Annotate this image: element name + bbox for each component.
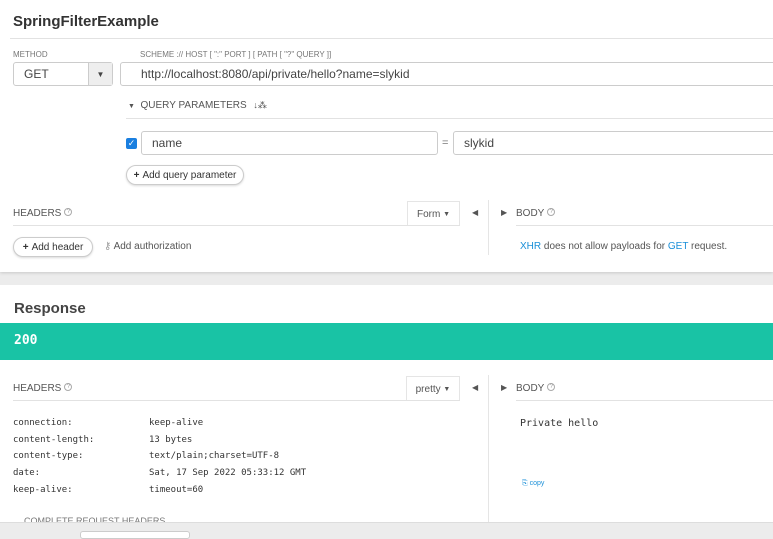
- response-title: Response: [14, 300, 86, 317]
- header-key: connection:: [13, 418, 73, 428]
- query-params-toggle[interactable]: ▼ QUERY PARAMETERS ↓⁂: [128, 100, 267, 111]
- header-key: date:: [13, 468, 41, 479]
- url-label: SCHEME :// HOST [ ":" PORT ] [ PATH [ "?…: [140, 50, 332, 59]
- query-param-value-input[interactable]: slykid: [453, 131, 773, 155]
- header-value: keep-alive: [149, 418, 204, 428]
- body-message-end: request.: [688, 241, 728, 252]
- header-value: timeout=60: [149, 484, 204, 495]
- query-param-name-input[interactable]: name: [141, 131, 438, 155]
- add-header-label: Add header: [31, 241, 84, 253]
- status-bar: 200: [0, 323, 773, 360]
- response-headers-label: HEADERS?: [13, 383, 73, 394]
- add-header-button[interactable]: + Add header: [13, 237, 93, 257]
- headers-mode-value: Form: [416, 208, 441, 220]
- plus-icon: +: [22, 241, 29, 253]
- body-message-text: does not allow payloads for: [541, 241, 668, 252]
- bottom-button[interactable]: [80, 531, 190, 539]
- query-params-label: QUERY PARAMETERS: [140, 100, 247, 111]
- response-headers-list: connection: keep-alive content-length: 13 …: [13, 415, 306, 499]
- response-body-label: BODY?: [516, 383, 556, 394]
- bottom-bar: [0, 522, 773, 539]
- response-body: Private hello: [520, 418, 599, 429]
- add-authorization-link[interactable]: ⚷ Add authorization: [104, 241, 191, 252]
- response-body-label-text: BODY: [516, 383, 545, 394]
- request-panel: SpringFilterExample METHOD GET ▼ SCHEME …: [0, 0, 773, 272]
- key-icon: ⚷: [104, 241, 112, 252]
- body-label: BODY?: [516, 208, 556, 219]
- help-icon[interactable]: ?: [547, 208, 556, 216]
- headers-mode-dropdown[interactable]: Form ▼: [407, 201, 460, 226]
- body-label-text: BODY: [516, 208, 545, 219]
- headers-label-text: HEADERS: [13, 208, 62, 219]
- request-title: SpringFilterExample: [13, 13, 159, 30]
- header-row: content-length: 13 bytes: [13, 432, 306, 449]
- help-icon[interactable]: ?: [64, 208, 73, 216]
- chevron-down-icon[interactable]: ▼: [88, 63, 112, 85]
- response-format-dropdown[interactable]: pretty ▼: [406, 376, 460, 401]
- header-key: content-type:: [13, 451, 84, 462]
- add-authorization-label: Add authorization: [113, 241, 192, 252]
- method-label: METHOD: [13, 50, 48, 59]
- response-headers-label-text: HEADERS: [13, 383, 62, 394]
- add-query-parameter-label: Add query parameter: [142, 169, 237, 181]
- url-input[interactable]: http://localhost:8080/api/private/hello?…: [120, 62, 773, 86]
- header-value: 13 bytes: [149, 434, 193, 445]
- header-key: keep-alive:: [13, 484, 73, 495]
- help-icon[interactable]: ?: [64, 383, 73, 391]
- body-message: XHR does not allow payloads for GET requ…: [520, 241, 727, 252]
- header-key: content-length:: [13, 434, 95, 445]
- caret-down-icon: ▼: [443, 385, 451, 393]
- xhr-link[interactable]: XHR: [520, 241, 541, 252]
- help-icon[interactable]: ?: [547, 383, 556, 391]
- caret-down-icon: ▼: [128, 103, 135, 110]
- copy-button[interactable]: ⎘ copy: [522, 480, 544, 488]
- query-param-checkbox[interactable]: ✓: [126, 138, 137, 149]
- method-select[interactable]: GET ▼: [13, 62, 113, 86]
- plus-icon: +: [133, 169, 140, 181]
- response-panel: Response 200 HEADERS? pretty ▼ ◀ ▶ BODY?…: [0, 285, 773, 526]
- method-value: GET: [24, 67, 49, 81]
- header-row: connection: keep-alive: [13, 415, 306, 432]
- status-code: 200: [14, 333, 38, 348]
- header-row: keep-alive: timeout=60: [13, 482, 306, 499]
- collapse-right-icon[interactable]: ▶: [501, 383, 507, 392]
- header-value: Sat, 17 Sep 2022 05:33:12 GMT: [149, 468, 307, 479]
- header-row: date: Sat, 17 Sep 2022 05:33:12 GMT: [13, 465, 306, 482]
- headers-label: HEADERS?: [13, 208, 73, 219]
- add-query-parameter-button[interactable]: + Add query parameter: [126, 165, 244, 185]
- header-row: content-type: text/plain;charset=UTF-8: [13, 448, 306, 465]
- copy-label: copy: [529, 480, 545, 487]
- get-link[interactable]: GET: [668, 241, 688, 252]
- caret-down-icon: ▼: [443, 210, 451, 218]
- copy-icon: ⎘: [522, 480, 528, 487]
- response-format-value: pretty: [415, 383, 441, 395]
- equals-sign: =: [442, 137, 449, 149]
- collapse-right-icon[interactable]: ▶: [501, 208, 507, 217]
- sort-icon[interactable]: ↓⁂: [253, 100, 267, 110]
- collapse-left-icon[interactable]: ◀: [472, 208, 478, 217]
- header-value: text/plain;charset=UTF-8: [149, 451, 280, 462]
- collapse-left-icon[interactable]: ◀: [472, 383, 478, 392]
